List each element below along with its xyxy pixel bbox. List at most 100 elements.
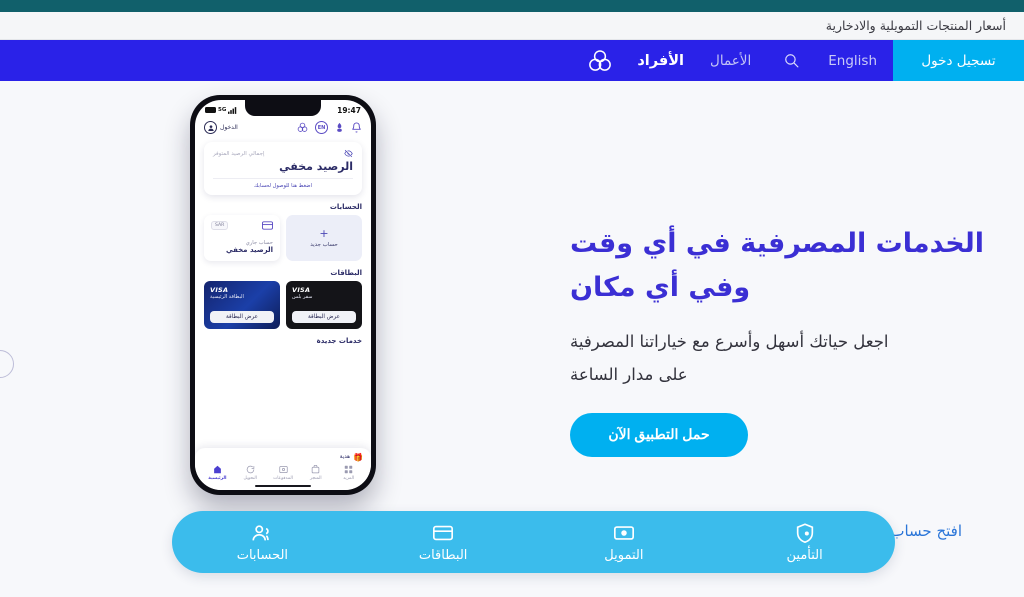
- carousel-prev-button[interactable]: [0, 350, 14, 378]
- balance-amount: الرصيد مخفي: [279, 160, 353, 173]
- home-indicator: [255, 484, 311, 487]
- cards-section-title: البطاقات: [330, 269, 362, 277]
- battery-icon: [205, 107, 216, 113]
- phone-tab-store-label: المتجر: [309, 475, 322, 481]
- open-account-link[interactable]: افتح حساب: [890, 522, 962, 540]
- new-account-label: حساب جديد: [310, 241, 338, 248]
- balance-label: إجمالي الرصيد المتوفر: [213, 150, 265, 157]
- hero-section: الخدمات المصرفية في أي وقت وفي أي مكان ا…: [570, 222, 990, 457]
- phone-tab-more-label: المزيد: [343, 475, 355, 481]
- insurance-shield-icon: [796, 522, 813, 543]
- quick-item-accounts[interactable]: الحسابات: [172, 522, 353, 563]
- accounts-row: + حساب جديد SAR حساب جاري الرصيد مخفي: [204, 215, 362, 261]
- gift-icon: 🎁: [353, 452, 363, 462]
- eye-off-icon[interactable]: [344, 149, 353, 158]
- view-card-button[interactable]: عرض البطاقة: [292, 311, 356, 323]
- grid-more-icon: [344, 465, 353, 473]
- bank-card-travel-head: VISA سفر بلس: [292, 286, 356, 300]
- trefoil-logo-icon[interactable]: [585, 46, 615, 76]
- transfer-icon: [246, 465, 254, 473]
- phone-language-pill[interactable]: EN: [315, 121, 328, 134]
- bell-icon[interactable]: [351, 122, 362, 133]
- quick-item-insurance-label: التأمين: [786, 547, 823, 563]
- phone-header-icon-group: EN: [296, 121, 362, 134]
- existing-account-info: حساب جاري الرصيد مخفي: [211, 240, 273, 254]
- hero-cta-wrap: حمل التطبيق الآن: [570, 412, 990, 457]
- avatar-glyph-icon: [207, 124, 214, 131]
- currency-badge: SAR: [211, 221, 229, 230]
- hero-heading-line-1: الخدمات المصرفية في أي وقت: [570, 228, 985, 259]
- phone-tab-payments-label: المدفوعات: [273, 475, 293, 481]
- services-section-title: خدمات جديدة: [316, 337, 362, 345]
- phone-tab-items: المزيد المتجر المدفوعات التحويل الرئيسية: [201, 464, 365, 481]
- utility-bar: أسعار المنتجات التمويلية والادخارية: [0, 12, 1024, 40]
- language-switch-button[interactable]: English: [812, 40, 893, 81]
- network-type-label: 5G: [218, 107, 227, 113]
- search-button[interactable]: [769, 40, 812, 81]
- plus-icon: +: [319, 226, 329, 240]
- existing-account-top-row: SAR: [211, 221, 273, 230]
- phone-tab-more[interactable]: المزيد: [332, 465, 365, 481]
- navbar-left-group: تسجيل دخول English: [769, 40, 1024, 81]
- quick-item-cards[interactable]: البطاقات: [353, 522, 534, 563]
- gift-chip[interactable]: 🎁 هدية: [203, 453, 363, 462]
- quick-item-financing-label: التمويل: [604, 547, 644, 563]
- bank-card-primary-head: VISA البطاقة الرئيسية: [210, 286, 274, 300]
- existing-account-card[interactable]: SAR حساب جاري الرصيد مخفي: [204, 215, 280, 261]
- login-button-label: تسجيل دخول: [921, 52, 996, 69]
- cards-row: VISA سفر بلس عرض البطاقة VISA البطاقة ال…: [204, 281, 362, 329]
- phone-tab-store[interactable]: المتجر: [299, 464, 332, 481]
- new-account-card[interactable]: + حساب جديد: [286, 215, 362, 261]
- phone-mockup: 19:47 5G EN الدخول إجمالي الرصيد المتوفر…: [190, 95, 376, 495]
- bank-card-travel[interactable]: VISA سفر بلس عرض البطاقة: [286, 281, 362, 329]
- rates-link[interactable]: أسعار المنتجات التمويلية والادخارية: [826, 18, 1006, 33]
- phone-tab-transfer[interactable]: التحويل: [234, 465, 267, 481]
- account-balance-value: الرصيد مخفي: [226, 246, 273, 254]
- quick-item-accounts-label: الحسابات: [236, 547, 289, 563]
- quick-item-financing[interactable]: التمويل: [534, 522, 715, 563]
- store-icon: [312, 464, 320, 473]
- phone-app-header: EN الدخول: [195, 118, 371, 139]
- view-card-button[interactable]: عرض البطاقة: [210, 311, 274, 323]
- top-accent-strip: [0, 0, 1024, 12]
- visa-brand-mark: VISA: [292, 286, 311, 294]
- login-button[interactable]: تسجيل دخول: [893, 40, 1024, 81]
- phone-screen: 19:47 5G EN الدخول إجمالي الرصيد المتوفر…: [195, 100, 371, 490]
- language-switch-label: English: [828, 52, 877, 69]
- visa-brand-mark: VISA: [210, 286, 229, 294]
- user-avatar-icon: [204, 121, 217, 134]
- phone-tab-transfer-label: التحويل: [243, 475, 257, 481]
- phone-bottom-tabbar: 🎁 هدية المزيد المتجر المدفوعات التحويل ا…: [195, 447, 371, 490]
- search-icon: [785, 54, 799, 68]
- signal-bars-icon: [228, 106, 237, 114]
- balance-card-top-row: إجمالي الرصيد المتوفر: [213, 149, 353, 158]
- phone-tab-home[interactable]: الرئيسية: [201, 465, 234, 481]
- phone-tab-home-label: الرئيسية: [208, 475, 227, 481]
- download-app-button[interactable]: حمل التطبيق الآن: [570, 412, 748, 457]
- bank-card-travel-name: سفر بلس: [292, 294, 313, 300]
- home-icon: [214, 465, 221, 473]
- status-time: 19:47: [337, 105, 361, 115]
- phone-login-label: الدخول: [220, 124, 238, 131]
- balance-card[interactable]: إجمالي الرصيد المتوفر الرصيد مخفي اضغط ه…: [204, 142, 362, 195]
- navbar-right-group: الأعمال الأفراد: [585, 40, 755, 81]
- accounts-section-title: الحسابات: [329, 203, 362, 211]
- nav-item-business[interactable]: الأعمال: [706, 51, 755, 71]
- nav-item-individuals[interactable]: الأفراد: [633, 51, 688, 71]
- quick-access-bar: التأمين التمويل البطاقات الحسابات: [172, 511, 895, 573]
- payments-icon: [278, 465, 288, 473]
- bank-card-primary[interactable]: VISA البطاقة الرئيسية عرض البطاقة: [204, 281, 280, 329]
- offers-icon[interactable]: [334, 122, 345, 133]
- hero-subtitle-line-1: اجعل حياتك أسهل وأسرع مع خياراتنا المصرف…: [570, 332, 889, 352]
- balance-hint-link[interactable]: اضغط هنا للوصول لحسابك: [213, 183, 353, 189]
- balance-divider: [213, 178, 353, 179]
- phone-status-bar: 19:47 5G: [195, 100, 371, 118]
- quick-item-insurance[interactable]: التأمين: [714, 522, 895, 563]
- card-icon: [262, 221, 273, 230]
- hero-heading-line-2: وفي أي مكان: [570, 271, 751, 303]
- accounts-icon: [252, 524, 270, 540]
- phone-tab-payments[interactable]: المدفوعات: [267, 465, 300, 481]
- phone-login-chip[interactable]: الدخول: [204, 121, 238, 134]
- cards-icon: [433, 525, 454, 540]
- financing-icon: [613, 525, 634, 540]
